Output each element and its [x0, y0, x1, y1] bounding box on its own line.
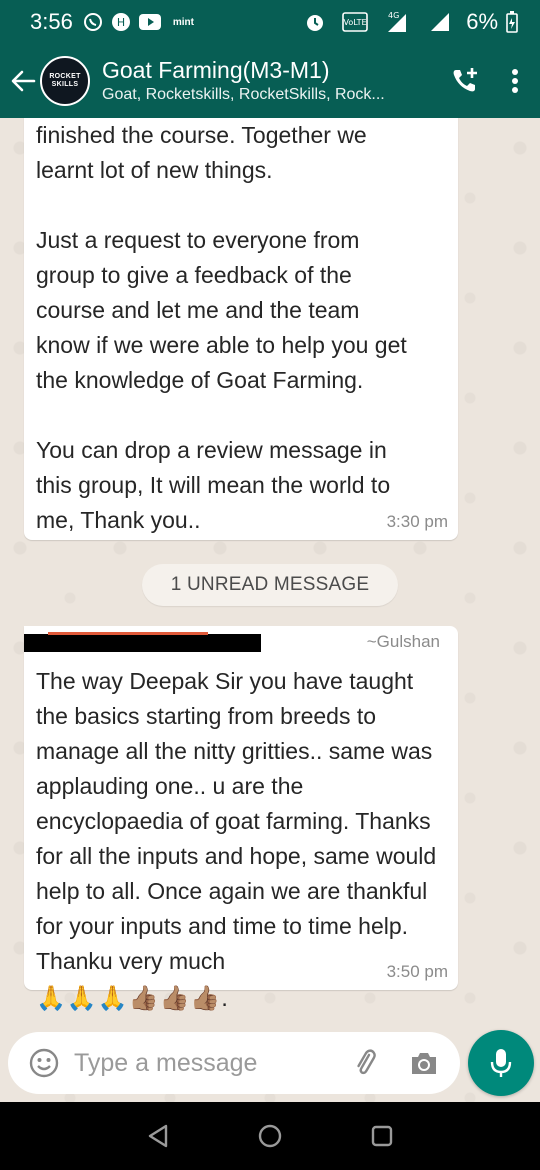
message-bubble[interactable]: ~Gulshan The way Deepak Sir you have tau…: [24, 626, 458, 1012]
message-bubble[interactable]: finished the course. Together we learnt …: [24, 118, 458, 540]
status-time: 3:56: [30, 9, 73, 34]
message-emojis: 🙏🙏🙏👍🏽👍🏽👍🏽.: [36, 985, 229, 1012]
emoji-icon: [29, 1048, 59, 1078]
more-vert-icon: [512, 69, 518, 93]
back-button[interactable]: [6, 44, 40, 118]
chat-subtitle: Goat, Rocketskills, RocketSkills, Rock..…: [102, 86, 385, 103]
message-input[interactable]: [74, 1048, 344, 1078]
triangle-back-icon: [148, 1124, 168, 1148]
unread-divider: 1 UNREAD MESSAGE: [142, 564, 398, 606]
signal-icon-2: [430, 12, 450, 32]
battery-icon: [506, 11, 518, 33]
paperclip-icon: [357, 1049, 376, 1075]
message-text: The way Deepak Sir you have taught the b…: [36, 668, 437, 974]
svg-text:4G: 4G: [388, 11, 399, 20]
message-time: 3:50 pm: [386, 962, 448, 981]
battery-percent: 6%: [466, 9, 498, 34]
redacted-phone-number: [24, 634, 261, 652]
message-time: 3:30 pm: [386, 512, 448, 531]
chat-header: ROCKET SKILLS Goat Farming(M3-M1) Goat, …: [0, 44, 540, 118]
group-avatar[interactable]: ROCKET SKILLS: [40, 56, 90, 106]
nav-recents-button[interactable]: [362, 1116, 402, 1156]
arrow-left-icon: [11, 70, 36, 92]
svg-text:VoLTE: VoLTE: [344, 18, 367, 27]
voice-record-button[interactable]: [468, 1030, 534, 1096]
whatsapp-icon: [83, 12, 103, 32]
message-text: finished the course. Together we learnt …: [36, 122, 407, 533]
hotstar-icon: H: [111, 12, 131, 32]
chat-title-block[interactable]: Goat Farming(M3-M1) Goat, Rocketskills, …: [102, 56, 440, 106]
alarm-icon: [304, 11, 326, 33]
camera-button[interactable]: [402, 1041, 446, 1085]
status-bar: 3:56 H mint VoLTE 4G 6%: [0, 0, 540, 44]
composer-bar: [8, 1032, 460, 1094]
more-options-button[interactable]: [490, 44, 540, 118]
chat-area[interactable]: finished the course. Together we learnt …: [0, 118, 540, 1102]
add-call-button[interactable]: [440, 44, 490, 118]
avatar-line-2: SKILLS: [51, 81, 79, 88]
mic-icon: [490, 1049, 512, 1077]
chat-title: Goat Farming(M3-M1): [102, 57, 330, 83]
camera-icon: [412, 1053, 436, 1074]
redacted-edge: [48, 632, 208, 635]
svg-text:H: H: [117, 16, 125, 29]
emoji-button[interactable]: [22, 1041, 66, 1085]
avatar-line-1: ROCKET: [49, 73, 81, 80]
nav-back-button[interactable]: [138, 1116, 178, 1156]
volte-icon: VoLTE: [342, 12, 369, 32]
square-recents-icon: [371, 1125, 393, 1147]
circle-home-icon: [258, 1124, 282, 1148]
message-sender[interactable]: ~Gulshan: [367, 632, 440, 652]
mint-app-label: mint: [172, 16, 194, 28]
add-call-icon: [453, 68, 477, 92]
system-nav-bar: [0, 1102, 540, 1170]
attach-button[interactable]: [344, 1041, 388, 1085]
nav-home-button[interactable]: [250, 1116, 290, 1156]
signal-icon: 4G: [384, 11, 414, 33]
youtube-icon: [138, 14, 161, 30]
